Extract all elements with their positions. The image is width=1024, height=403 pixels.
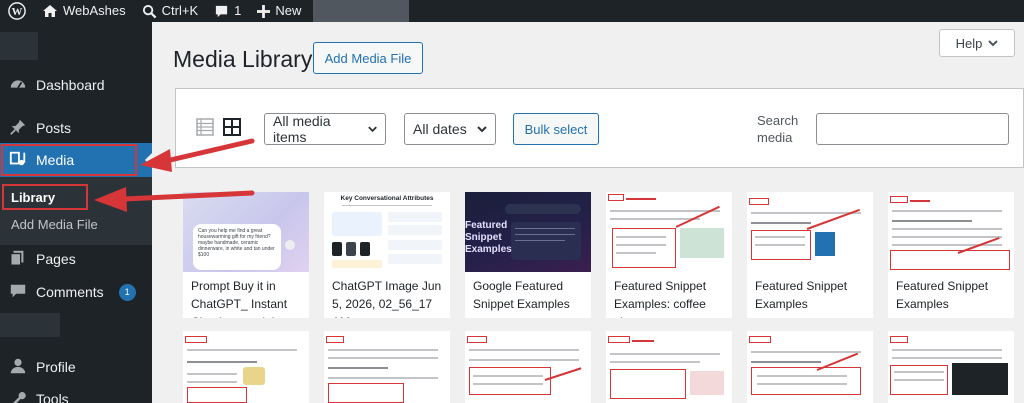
media-item[interactable] [324,331,450,403]
date-filter[interactable]: All dates [404,113,496,145]
chevron-down-icon [477,126,487,133]
search-media-input[interactable] [816,113,1009,145]
thumbnail-overlay-text: Featured Snippet Examples [465,220,512,255]
media-caption: Featured Snippet Examples [747,272,873,318]
thumbnail-google-snippet: Featured Snippet Examples [465,192,591,272]
mic-icon [285,240,295,250]
chat-bubble: Can you help me find a great housewarmin… [193,224,281,270]
sidebar-item-comments[interactable]: Comments 1 [0,275,152,309]
annotation-box-library [2,184,88,210]
site-name: WebAshes [63,3,126,18]
sidebar-item-dashboard[interactable]: Dashboard [0,68,152,102]
thumbnail-chat-prompt: Can you help me find a great housewarmin… [183,192,309,272]
thumbnail-snippet-screenshot [888,192,1014,272]
media-type-value: All media items [273,113,331,145]
comments-badge: 1 [118,283,136,301]
tools-icon [9,389,27,403]
chevron-down-icon [988,36,999,51]
command-palette-button[interactable]: Ctrl+K [134,0,206,22]
new-label: New [275,3,302,18]
bulk-select-button[interactable]: Bulk select [513,113,599,145]
thumbnail-snippet-screenshot [606,192,732,272]
sidebar-item-label: Profile [36,359,76,375]
comments-link[interactable]: 1 [206,0,249,22]
submenu-item-add-media-file[interactable]: Add Media File [11,217,98,232]
search-shortcut: Ctrl+K [161,3,199,18]
redacted-area [313,0,410,22]
media-type-filter[interactable]: All media items [264,113,386,145]
chevron-down-icon [368,126,377,133]
help-button[interactable]: Help [939,29,1015,57]
media-item[interactable]: Can you help me find a great housewarmin… [183,192,309,318]
wordpress-logo-menu[interactable]: W [0,0,34,22]
media-item[interactable] [183,331,309,403]
sidebar-item-label: Tools [36,391,69,403]
pin-icon [9,118,27,139]
wordpress-logo-icon: W [8,2,26,20]
add-media-file-button[interactable]: Add Media File [313,42,423,74]
media-item[interactable] [465,331,591,403]
media-caption: Featured Snippet Examples: coffee shop [606,272,732,318]
redacted-block [0,313,60,337]
comment-bubble-icon [214,4,229,19]
sidebar-item-label: Comments [36,284,104,300]
dashboard-icon [9,75,27,96]
admin-bar: W WebAshes Ctrl+K 1 New [0,0,1024,22]
sidebar-item-label: Posts [36,120,72,136]
media-item[interactable] [747,331,873,403]
site-name-link[interactable]: WebAshes [34,0,134,22]
sidebar-item-profile[interactable]: Profile [0,350,152,384]
media-item[interactable]: Featured Snippet Examples Google Feature… [465,192,591,318]
profile-icon [9,357,27,378]
redacted-block [0,32,38,60]
comments-count: 1 [234,3,242,18]
thumbnail-heading: Key Conversational Attributes [340,195,434,202]
plus-icon [257,4,271,18]
list-view-icon[interactable] [196,118,214,136]
page-title: Media Library [173,46,313,72]
search-media-label: Search media [757,113,799,145]
media-toolbar: All media items All dates Bulk select Se… [175,88,1024,168]
svg-text:W: W [12,6,23,18]
media-item[interactable] [606,331,732,403]
media-caption: Featured Snippet Examples [888,272,1014,318]
thumbnail-snippet-screenshot [747,192,873,272]
comments-icon [9,282,27,303]
new-content-menu[interactable]: New [249,0,309,22]
media-item[interactable] [888,331,1014,403]
sidebar-item-posts[interactable]: Posts [0,111,152,145]
sidebar-item-label: Dashboard [36,77,105,93]
help-label: Help [955,35,983,51]
media-caption: Google Featured Snippet Examples [465,272,591,318]
media-item[interactable]: Featured Snippet Examples: coffee shop [606,192,732,318]
grid-view-icon[interactable] [223,118,241,136]
sidebar-item-label: Pages [36,251,76,267]
media-item[interactable]: Featured Snippet Examples [747,192,873,318]
media-item[interactable]: Featured Snippet Examples [888,192,1014,318]
home-icon [42,3,58,19]
media-item[interactable]: Key Conversational Attributes ChatGPT Im… [324,192,450,318]
admin-sidebar: Dashboard Posts Media Library Add Media … [0,22,152,403]
date-filter-value: All dates [413,121,467,137]
thumbnail-conversational-attributes: Key Conversational Attributes [324,192,450,272]
search-icon [142,4,157,19]
sidebar-item-pages[interactable]: Pages [0,242,152,276]
pages-icon [9,249,27,270]
media-caption: ChatGPT Image Jun 5, 2026, 02_56_17 AM [324,272,450,318]
media-caption: Prompt Buy it in ChatGPT_ Instant Checko… [183,272,309,318]
sidebar-item-tools[interactable]: Tools [0,382,152,403]
annotation-box-media [1,144,137,176]
